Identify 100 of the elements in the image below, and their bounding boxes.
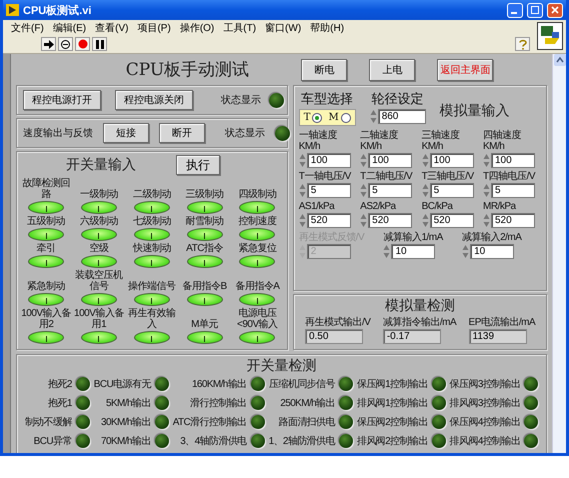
help-button[interactable] bbox=[515, 37, 530, 51]
menu-item[interactable]: 帮助(H) bbox=[310, 21, 344, 35]
close-icon bbox=[551, 6, 559, 14]
close-button[interactable] bbox=[547, 2, 563, 18]
speed-button[interactable]: 断开 bbox=[158, 123, 205, 143]
toggle-switch[interactable] bbox=[28, 228, 64, 241]
led-label: 3、4轴防滑供电 bbox=[179, 434, 247, 448]
number-field[interactable]: 100 bbox=[368, 153, 412, 168]
switch-label: 空级 bbox=[89, 243, 108, 254]
number-field[interactable]: 5 bbox=[306, 183, 351, 198]
toggle-switch[interactable] bbox=[134, 255, 170, 268]
number-field[interactable]: 520 bbox=[368, 213, 412, 228]
run-button[interactable] bbox=[41, 37, 56, 51]
number-field[interactable]: 520 bbox=[491, 213, 535, 228]
field-label: T二轴电压/V bbox=[360, 171, 412, 182]
menu-item[interactable]: 项目(P) bbox=[137, 21, 171, 35]
menu-item[interactable]: 编辑(E) bbox=[52, 21, 86, 35]
toggle-switch[interactable] bbox=[186, 331, 223, 344]
scroll-up-icon[interactable] bbox=[554, 54, 566, 66]
toggle-switch[interactable] bbox=[186, 228, 223, 241]
toggle-switch[interactable] bbox=[28, 331, 64, 344]
toggle-switch[interactable] bbox=[80, 331, 117, 344]
toggle-switch[interactable] bbox=[239, 228, 276, 241]
switch-label: 七级制动 bbox=[132, 216, 171, 227]
led-label: 路面清扫供电 bbox=[277, 416, 335, 429]
toggle-switch[interactable] bbox=[239, 331, 276, 344]
toggle-switch[interactable] bbox=[28, 255, 64, 268]
power-button[interactable]: 程控电源打开 bbox=[22, 90, 101, 110]
number-field[interactable]: 5 bbox=[430, 183, 474, 198]
led-label: 制动不缓解 bbox=[24, 416, 72, 429]
panel-button[interactable]: 断电 bbox=[301, 58, 348, 80]
indicator-field: -0.17 bbox=[382, 329, 441, 344]
execute-button[interactable]: 执行 bbox=[176, 155, 220, 175]
number-field[interactable]: 10 bbox=[391, 244, 436, 259]
switch-label: 一级制动 bbox=[80, 189, 118, 200]
radio-button[interactable] bbox=[312, 112, 322, 122]
number-field[interactable]: 520 bbox=[306, 213, 351, 228]
toggle-switch[interactable] bbox=[134, 293, 170, 306]
radio-button[interactable] bbox=[340, 112, 351, 122]
number-field[interactable]: 860 bbox=[378, 109, 426, 124]
toggle-switch[interactable] bbox=[80, 201, 117, 214]
led-label: 5KM/h输出 bbox=[105, 396, 151, 410]
led-label: 保压阀1控制输出 bbox=[356, 378, 428, 391]
switch-label: 二级制动 bbox=[132, 189, 171, 200]
toggle-switch[interactable] bbox=[134, 228, 170, 241]
number-field[interactable]: 10 bbox=[470, 244, 514, 259]
toggle-switch[interactable] bbox=[239, 293, 276, 306]
maximize-icon bbox=[531, 6, 539, 14]
panel-button[interactable]: 上电 bbox=[369, 58, 416, 80]
number-field[interactable]: 100 bbox=[430, 153, 474, 168]
number-field[interactable]: 5 bbox=[368, 183, 412, 198]
toggle-switch[interactable] bbox=[134, 331, 170, 344]
vi-connector-icon[interactable] bbox=[537, 22, 563, 50]
switch-label: 四级制动 bbox=[238, 189, 276, 200]
toggle-switch[interactable] bbox=[80, 228, 117, 241]
menu-item[interactable]: 查看(V) bbox=[95, 21, 128, 35]
maximize-button[interactable] bbox=[527, 2, 543, 18]
run-continuously-button[interactable] bbox=[58, 37, 73, 51]
led-label: 排风阀3控制输出 bbox=[450, 396, 520, 410]
number-field[interactable]: 5 bbox=[491, 183, 535, 198]
field-label: AS2/kPa bbox=[360, 201, 396, 212]
toggle-switch[interactable] bbox=[186, 201, 223, 214]
led-label: 160KM/h输出 bbox=[190, 378, 247, 391]
menu-item[interactable]: 工具(T) bbox=[223, 21, 256, 35]
minimize-button[interactable] bbox=[507, 2, 523, 18]
menu-item[interactable]: 文件(F) bbox=[11, 21, 44, 35]
toggle-switch[interactable] bbox=[186, 255, 223, 268]
toggle-switch[interactable] bbox=[80, 255, 117, 268]
toggle-switch[interactable] bbox=[134, 201, 170, 214]
section-title: 开关量检测 bbox=[246, 357, 317, 375]
switch-label: 100V输入备用2 bbox=[20, 308, 72, 330]
toggle-switch[interactable] bbox=[239, 255, 276, 268]
power-button[interactable]: 程控电源关闭 bbox=[114, 90, 193, 110]
led-label: 排风阀4控制输出 bbox=[450, 434, 520, 448]
arrow-icon bbox=[44, 40, 54, 48]
pause-button[interactable] bbox=[92, 37, 107, 51]
toggle-switch[interactable] bbox=[28, 201, 64, 214]
number-field[interactable]: 100 bbox=[491, 153, 535, 168]
menu-item[interactable]: 窗口(W) bbox=[265, 21, 302, 35]
toggle-switch[interactable] bbox=[239, 201, 276, 214]
led-label: 排风阀2控制输出 bbox=[356, 434, 428, 448]
switch-label: 耐雪制动 bbox=[186, 216, 224, 227]
field-label: T三轴电压/V bbox=[422, 171, 474, 182]
toggle-switch[interactable] bbox=[28, 293, 64, 306]
toggle-switch[interactable] bbox=[80, 293, 117, 306]
abort-button[interactable] bbox=[75, 37, 90, 51]
speed-button[interactable]: 短接 bbox=[102, 123, 149, 143]
menu-item[interactable]: 操作(O) bbox=[180, 21, 214, 35]
toggle-switch[interactable] bbox=[186, 293, 223, 306]
number-field[interactable]: 100 bbox=[306, 153, 351, 168]
switch-label: 三级制动 bbox=[186, 189, 224, 200]
number-field[interactable]: 520 bbox=[430, 213, 474, 228]
switch-label: 备用指令B bbox=[182, 281, 227, 292]
panel-button[interactable]: 返回主界面 bbox=[437, 58, 494, 80]
switch-label: 备用指令A bbox=[235, 281, 280, 292]
wheel-diameter-label: 轮径设定 bbox=[372, 90, 424, 108]
led-label: BCU异常 bbox=[32, 434, 72, 448]
stop-icon bbox=[78, 39, 88, 49]
switch-label: 六级制动 bbox=[80, 216, 118, 227]
field-label: AS1/kPa bbox=[298, 201, 334, 212]
